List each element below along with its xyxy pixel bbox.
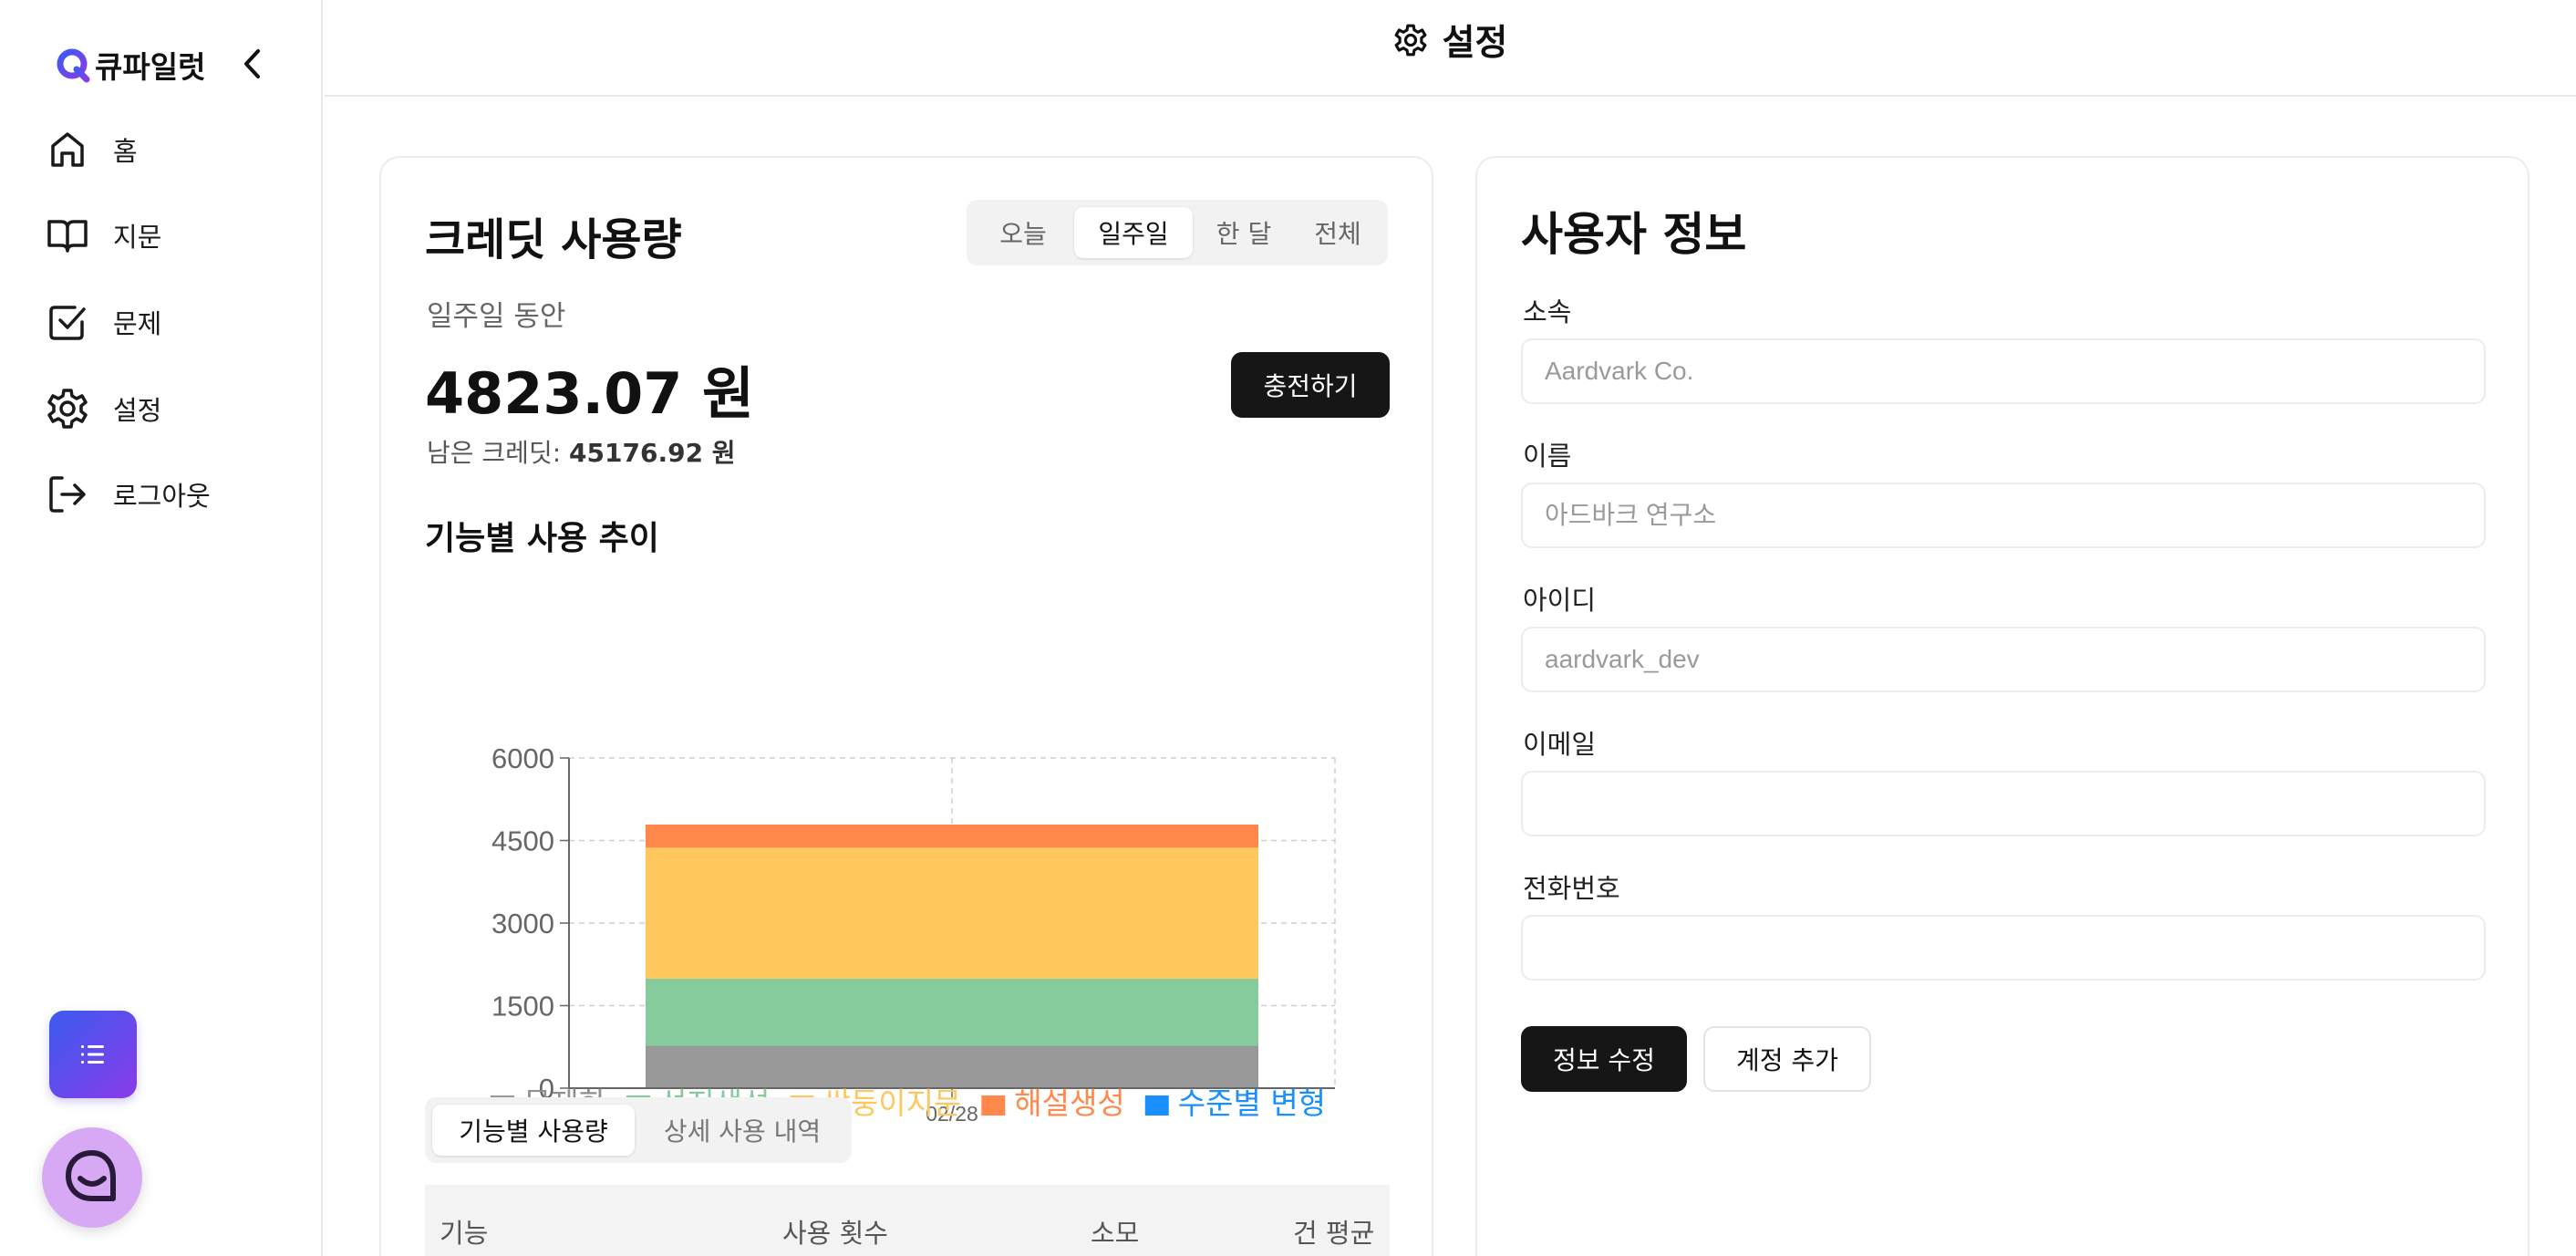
bar-segment bbox=[646, 1045, 1258, 1088]
sidebar-item-settings[interactable]: 설정 bbox=[46, 381, 161, 436]
name-label: 이름 bbox=[1523, 441, 1572, 472]
remaining-credit: 남은 크레딧: 45176.92 원 bbox=[427, 433, 736, 470]
column-header-cost: 소모 bbox=[1091, 1218, 1140, 1249]
phone-field[interactable] bbox=[1521, 915, 2486, 981]
checkbox-icon bbox=[49, 306, 86, 340]
logo[interactable]: 큐파일럿 bbox=[55, 44, 205, 86]
usage-table-header: 기능 사용 횟수 소모 건 평균 bbox=[425, 1185, 1390, 1256]
user-id-field[interactable] bbox=[1521, 627, 2486, 692]
book-icon bbox=[47, 220, 88, 253]
y-tick-label: 3000 bbox=[491, 908, 554, 939]
sidebar: 큐파일럿 홈 지문 문제 설정 로그아웃 bbox=[0, 0, 323, 1256]
tab-today[interactable]: 오늘 bbox=[974, 207, 1072, 258]
sidebar-item-questions[interactable]: 문제 bbox=[46, 295, 161, 349]
chat-support-button[interactable] bbox=[42, 1127, 142, 1228]
sidebar-item-passages[interactable]: 지문 bbox=[46, 208, 161, 263]
update-info-button[interactable]: 정보 수정 bbox=[1521, 1026, 1687, 1092]
organization-label: 소속 bbox=[1523, 296, 1572, 327]
tab-week[interactable]: 일주일 bbox=[1074, 207, 1193, 258]
organization-field[interactable] bbox=[1521, 338, 2486, 404]
tab-usage-details[interactable]: 상세 사용 내역 bbox=[638, 1105, 846, 1156]
gear-icon bbox=[1394, 24, 1427, 57]
sidebar-item-label: 설정 bbox=[113, 395, 162, 426]
legend-swatch bbox=[1144, 1095, 1169, 1116]
list-menu-button[interactable] bbox=[49, 1011, 137, 1098]
legend-label: 해설생성 bbox=[1014, 1085, 1124, 1121]
tab-all[interactable]: 전체 bbox=[1295, 207, 1381, 258]
home-icon bbox=[51, 132, 84, 167]
credit-amount: 4823.07 원 bbox=[425, 360, 755, 427]
bar-segment bbox=[646, 847, 1258, 979]
email-field[interactable] bbox=[1521, 771, 2486, 836]
phone-label: 전화번호 bbox=[1523, 873, 1620, 904]
credit-usage-card: 크레딧 사용량 오늘 일주일 한 달 전체 일주일 동안 4823.07 원 남… bbox=[379, 156, 1433, 1256]
logo-mark-icon bbox=[55, 47, 91, 83]
user-info-card: 사용자 정보 소속 이름 아이디 이메일 전화번호 정보 수정 계정 추가 bbox=[1475, 156, 2529, 1256]
column-header-count: 사용 횟수 bbox=[782, 1218, 888, 1249]
app-name: 큐파일럿 bbox=[95, 49, 206, 85]
chevron-left-icon bbox=[244, 49, 260, 78]
y-tick-label: 4500 bbox=[491, 825, 554, 857]
chat-icon bbox=[66, 1150, 116, 1201]
user-info-title: 사용자 정보 bbox=[1521, 208, 1747, 261]
period-tabs: 오늘 일주일 한 달 전체 bbox=[967, 200, 1388, 265]
name-field[interactable] bbox=[1521, 483, 2486, 548]
gear-icon bbox=[47, 389, 88, 429]
page-title: 설정 bbox=[1442, 23, 1508, 64]
logout-icon bbox=[49, 476, 86, 513]
bar-segment bbox=[646, 825, 1258, 848]
column-header-average: 건 평균 bbox=[1293, 1218, 1375, 1249]
sidebar-item-logout[interactable]: 로그아웃 bbox=[46, 467, 211, 522]
email-label: 이메일 bbox=[1523, 729, 1597, 760]
usage-view-tabs: 기능별 사용량 상세 사용 내역 bbox=[425, 1097, 852, 1163]
sidebar-item-home[interactable]: 홈 bbox=[46, 122, 138, 177]
remaining-credit-label: 남은 크레딧: bbox=[427, 438, 562, 468]
sidebar-item-label: 홈 bbox=[113, 136, 138, 167]
bar-segment bbox=[646, 978, 1258, 1046]
remaining-credit-value: 45176.92 원 bbox=[569, 438, 736, 468]
user-id-label: 아이디 bbox=[1523, 585, 1597, 616]
sidebar-item-label: 지문 bbox=[113, 222, 162, 253]
collapse-sidebar-button[interactable] bbox=[235, 46, 268, 82]
y-tick-label: 1500 bbox=[491, 991, 554, 1022]
usage-trend-title: 기능별 사용 추이 bbox=[425, 520, 659, 557]
charge-button[interactable]: 충전하기 bbox=[1231, 352, 1390, 418]
page-header: 설정 bbox=[325, 0, 2576, 97]
credit-usage-title: 크레딧 사용량 bbox=[425, 214, 682, 265]
period-label: 일주일 동안 bbox=[427, 300, 566, 333]
legend-label: 수준별 변형 bbox=[1178, 1085, 1326, 1121]
column-header-feature: 기능 bbox=[440, 1218, 489, 1249]
y-tick-label: 6000 bbox=[491, 742, 554, 774]
sidebar-item-label: 로그아웃 bbox=[113, 481, 211, 512]
usage-trend-chart: 0150030004500600002/28문제화선지생성쌍둥이지문해설생성수준… bbox=[490, 742, 1336, 1125]
legend-swatch bbox=[981, 1095, 1006, 1116]
tab-month[interactable]: 한 달 bbox=[1195, 207, 1293, 258]
add-account-button[interactable]: 계정 추가 bbox=[1703, 1026, 1871, 1092]
sidebar-item-label: 문제 bbox=[113, 308, 162, 339]
list-icon bbox=[81, 1045, 104, 1064]
tab-usage-by-feature[interactable]: 기능별 사용량 bbox=[432, 1105, 635, 1156]
